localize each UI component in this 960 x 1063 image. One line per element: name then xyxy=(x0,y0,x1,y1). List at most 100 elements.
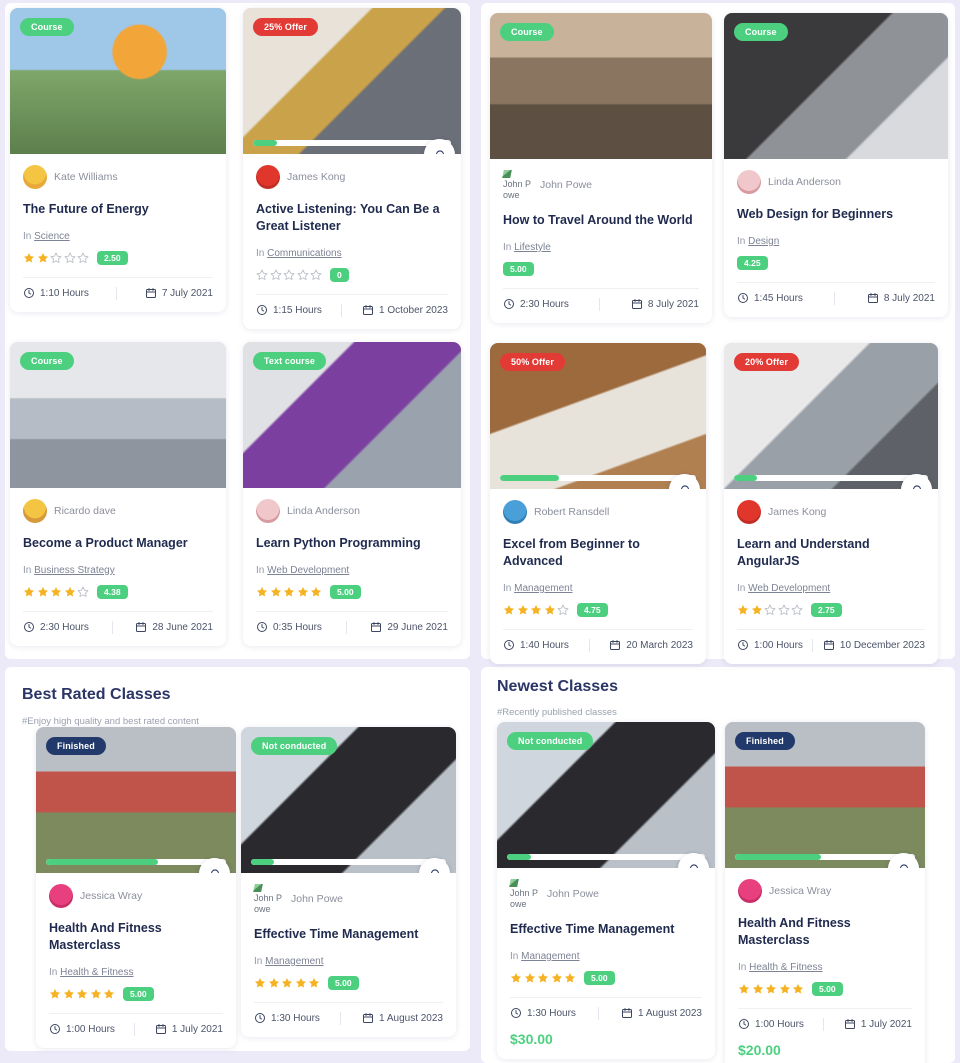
course-tag-badge: 50% Offer xyxy=(500,353,565,371)
card-body: James Kong Learn and Understand AngularJS… xyxy=(724,489,938,664)
category-link[interactable]: Web Development xyxy=(267,565,349,576)
course-title[interactable]: Web Design for Beginners xyxy=(737,206,935,223)
course-title[interactable]: Become a Product Manager xyxy=(23,535,213,552)
publish-date: 1 October 2023 xyxy=(362,304,448,316)
card-body: Kate Williams The Future of Energy In Scie… xyxy=(10,154,226,312)
card-author[interactable]: Jessica Wray xyxy=(49,884,223,908)
course-title[interactable]: Health And Fitness Masterclass xyxy=(49,920,223,954)
course-card[interactable]: 20% Offer James Kong Learn and Understand … xyxy=(724,343,938,664)
course-title[interactable]: Excel from Beginner to Advanced xyxy=(503,536,693,570)
course-thumbnail[interactable]: Not conducted xyxy=(497,722,715,868)
duration-text: 1:00 Hours xyxy=(754,639,803,651)
course-thumbnail[interactable]: Course xyxy=(724,13,948,159)
author-name: Kate Williams xyxy=(54,171,118,183)
card-meta: 1:10 Hours 7 July 2021 xyxy=(23,276,213,300)
duration-text: 1:30 Hours xyxy=(527,1007,576,1019)
card-author[interactable]: John Powe John Powe xyxy=(253,884,443,914)
course-card[interactable]: Course John Powe John Powe How to Travel Ar… xyxy=(490,13,712,323)
author-name: John Powe xyxy=(547,888,599,900)
course-thumbnail[interactable]: Not conducted xyxy=(241,727,456,873)
course-category: In Science xyxy=(23,230,70,242)
course-thumbnail[interactable]: Text course xyxy=(243,342,461,488)
course-thumbnail[interactable]: Course xyxy=(490,13,712,159)
course-thumbnail[interactable]: Finished xyxy=(36,727,236,873)
course-title[interactable]: Effective Time Management xyxy=(254,926,443,943)
course-card[interactable]: Not conducted John Powe John Powe Effective… xyxy=(241,727,456,1037)
course-thumbnail[interactable]: Finished xyxy=(725,722,925,868)
card-author[interactable]: Robert Ransdell xyxy=(503,500,693,524)
category-link[interactable]: Business Strategy xyxy=(34,565,115,576)
star-rating xyxy=(510,972,576,984)
date-text: 29 June 2021 xyxy=(387,621,448,633)
progress-bar-track xyxy=(500,475,696,481)
course-card[interactable]: 50% Offer Robert Ransdell Excel from Begin… xyxy=(490,343,706,664)
card-author[interactable]: Linda Anderson xyxy=(256,499,448,523)
duration-text: 1:30 Hours xyxy=(271,1012,320,1024)
avatar xyxy=(738,879,762,903)
category-link[interactable]: Lifestyle xyxy=(514,242,551,253)
rating-row: 5.00 xyxy=(254,975,443,992)
duration: 1:30 Hours xyxy=(254,1012,320,1024)
card-author[interactable]: Linda Anderson xyxy=(737,170,935,194)
card-author[interactable]: Ricardo dave xyxy=(23,499,213,523)
card-meta: 2:30 Hours 8 July 2021 xyxy=(503,287,699,311)
card-body: Robert Ransdell Excel from Beginner to Ad… xyxy=(490,489,706,664)
course-card[interactable]: Course Ricardo dave Become a Product Manag… xyxy=(10,342,226,646)
duration: 2:30 Hours xyxy=(503,298,569,310)
course-title[interactable]: Effective Time Management xyxy=(510,921,702,938)
date-text: 1 August 2023 xyxy=(379,1012,443,1024)
category-link[interactable]: Management xyxy=(265,956,323,967)
category-link[interactable]: Health & Fitness xyxy=(749,962,822,973)
author-name: James Kong xyxy=(287,171,346,183)
course-thumbnail[interactable]: 50% Offer xyxy=(490,343,706,489)
card-author[interactable]: James Kong xyxy=(256,165,448,189)
duration-text: 0:35 Hours xyxy=(273,621,322,633)
progress-bar-track xyxy=(253,140,451,146)
category-link[interactable]: Science xyxy=(34,231,70,242)
category-link[interactable]: Design xyxy=(748,236,779,247)
course-card[interactable]: Not conducted John Powe John Powe Effective… xyxy=(497,722,715,1059)
card-meta: 1:40 Hours 20 March 2023 xyxy=(503,628,693,652)
star-rating xyxy=(737,604,803,616)
category-link[interactable]: Communications xyxy=(267,248,341,259)
course-card[interactable]: 25% Offer James Kong Active Listening: You… xyxy=(243,8,461,329)
course-card[interactable]: Course Linda Anderson Web Design for Begin… xyxy=(724,13,948,317)
card-author[interactable]: Jessica Wray xyxy=(738,879,912,903)
star-rating xyxy=(256,586,322,598)
course-card[interactable]: Text course Linda Anderson Learn Python Pr… xyxy=(243,342,461,646)
course-thumbnail[interactable]: 25% Offer xyxy=(243,8,461,154)
duration: 1:10 Hours xyxy=(23,287,89,299)
author-name: John Powe xyxy=(540,179,592,191)
course-title[interactable]: Learn Python Programming xyxy=(256,535,448,552)
course-title[interactable]: Learn and Understand AngularJS xyxy=(737,536,925,570)
card-meta: 1:15 Hours 1 October 2023 xyxy=(256,293,448,317)
course-title[interactable]: How to Travel Around the World xyxy=(503,212,699,229)
author-name: Jessica Wray xyxy=(80,890,143,902)
duration: 1:00 Hours xyxy=(49,1023,115,1035)
duration-text: 1:10 Hours xyxy=(40,287,89,299)
card-author[interactable]: Kate Williams xyxy=(23,165,213,189)
course-title[interactable]: Health And Fitness Masterclass xyxy=(738,915,912,949)
category-link[interactable]: Management xyxy=(521,951,579,962)
category-link[interactable]: Health & Fitness xyxy=(60,967,133,978)
star-rating xyxy=(503,604,569,616)
date-text: 1 October 2023 xyxy=(379,304,448,316)
star-rating xyxy=(256,269,322,281)
course-thumbnail[interactable]: Course xyxy=(10,8,226,154)
avatar-broken-image: John Powe xyxy=(509,879,540,909)
meta-divider xyxy=(340,1011,342,1025)
course-thumbnail[interactable]: Course xyxy=(10,342,226,488)
course-card[interactable]: Finished Jessica Wray Health And Fitness M… xyxy=(36,727,236,1048)
card-author[interactable]: John Powe John Powe xyxy=(509,879,702,909)
course-title[interactable]: The Future of Energy xyxy=(23,201,213,218)
category-link[interactable]: Management xyxy=(514,583,572,594)
course-thumbnail[interactable]: 20% Offer xyxy=(724,343,938,489)
course-card[interactable]: Finished Jessica Wray Health And Fitness M… xyxy=(725,722,925,1063)
rating-badge: 4.38 xyxy=(97,585,128,600)
card-author[interactable]: James Kong xyxy=(737,500,925,524)
progress-bar-fill xyxy=(253,140,277,146)
course-card[interactable]: Course Kate Williams The Future of Energy I… xyxy=(10,8,226,312)
course-title[interactable]: Active Listening: You Can Be a Great Lis… xyxy=(256,201,448,235)
card-author[interactable]: John Powe John Powe xyxy=(502,170,699,200)
category-link[interactable]: Web Development xyxy=(748,583,830,594)
